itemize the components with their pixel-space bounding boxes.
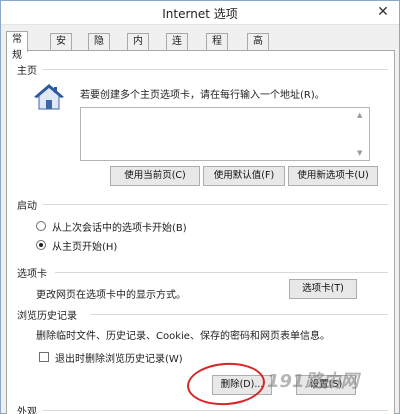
tabs-button[interactable]: 选项卡(T) — [289, 279, 357, 299]
divider — [43, 69, 388, 70]
tab-advanced[interactable]: 高级 — [247, 33, 269, 63]
tab-content[interactable]: 内容 — [127, 33, 149, 63]
tab-general[interactable]: 常规 — [6, 31, 28, 61]
divider — [91, 314, 388, 315]
tab-programs[interactable]: 程序 — [206, 33, 228, 63]
use-new-tab-button[interactable]: 使用新选项卡(U) — [288, 166, 378, 186]
home-instruction: 若要创建多个主页选项卡，请在每行输入一个地址(R)。 — [80, 90, 325, 101]
scroll-up-icon[interactable]: ▲ — [357, 111, 390, 119]
window-title: Internet 选项 — [162, 7, 238, 21]
history-description: 删除临时文件、历史记录、Cookie、保存的密码和网页表单信息。 — [36, 331, 330, 342]
tab-privacy[interactable]: 隐私 — [88, 33, 110, 63]
appearance-section-title: 外观 — [17, 407, 37, 414]
use-default-button[interactable]: 使用默认值(F) — [203, 166, 285, 186]
divider — [43, 204, 388, 205]
divider — [55, 272, 388, 273]
tab-security[interactable]: 安全 — [50, 33, 72, 63]
home-section-title: 主页 — [17, 66, 37, 77]
general-panel: 主页 若要创建多个主页选项卡，请在每行输入一个地址(R)。 ▲ ▼ 使用当前页(… — [6, 50, 395, 414]
title-bar: Internet 选项 ✕ — [1, 1, 399, 25]
tabs-description: 更改网页在选项卡中的显示方式。 — [36, 290, 186, 301]
delete-on-exit-checkbox[interactable] — [39, 352, 49, 362]
startup-home-label: 从主页开始(H) — [52, 242, 118, 253]
home-address-input[interactable] — [80, 107, 370, 161]
scroll-down-icon[interactable]: ▼ — [357, 149, 390, 157]
divider — [43, 410, 388, 411]
startup-last-session-label: 从上次会话中的选项卡开始(B) — [52, 223, 187, 234]
delete-on-exit-label: 退出时删除浏览历史记录(W) — [55, 354, 183, 365]
use-current-button[interactable]: 使用当前页(C) — [110, 166, 200, 186]
startup-home-radio[interactable] — [36, 240, 46, 250]
internet-options-dialog: Internet 选项 ✕ 常规 安全 隐私 内容 连接 程序 高级 主页 若要… — [0, 0, 400, 414]
watermark-text: 191路由网 — [267, 371, 359, 392]
history-section-title: 浏览历史记录 — [17, 311, 77, 322]
close-icon[interactable]: ✕ — [375, 4, 391, 20]
startup-last-session-radio[interactable] — [36, 221, 46, 231]
tabs-section-title: 选项卡 — [17, 269, 47, 280]
tab-connections[interactable]: 连接 — [166, 33, 188, 63]
startup-section-title: 启动 — [17, 201, 37, 212]
home-icon — [34, 84, 64, 110]
